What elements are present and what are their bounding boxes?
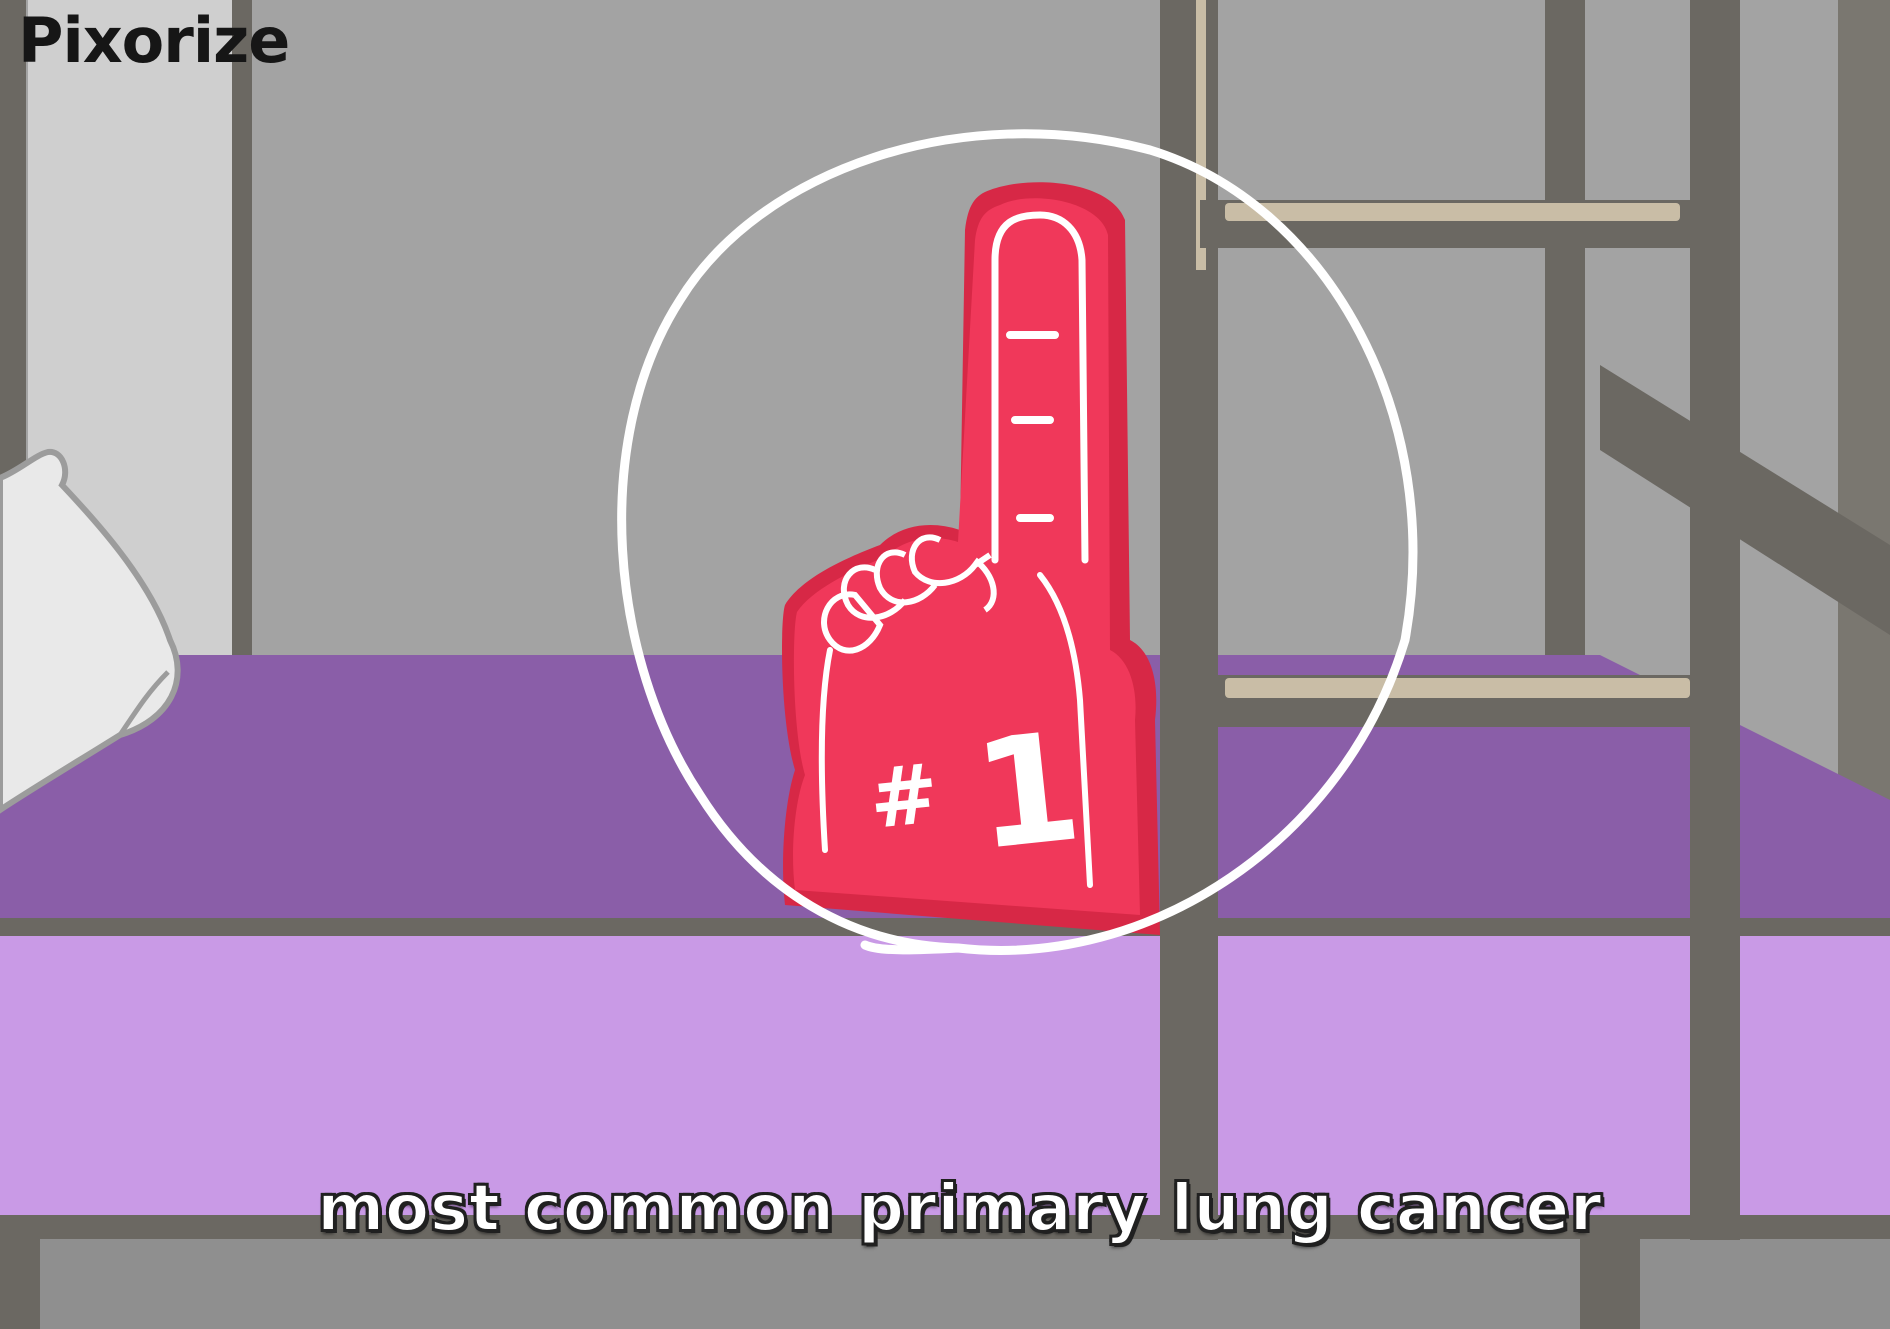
bunk-bed-scene: # 1 [0,0,1890,1329]
caption-text: most common primary lung cancer [316,1171,1603,1247]
back-bed-post [1545,0,1585,700]
foam-finger-number: 1 [967,700,1089,884]
subtitle-caption: most common primary lung cancer [0,1171,1890,1247]
brand-logo: Pixorize [18,4,290,77]
foam-finger-hash: # [865,746,943,848]
